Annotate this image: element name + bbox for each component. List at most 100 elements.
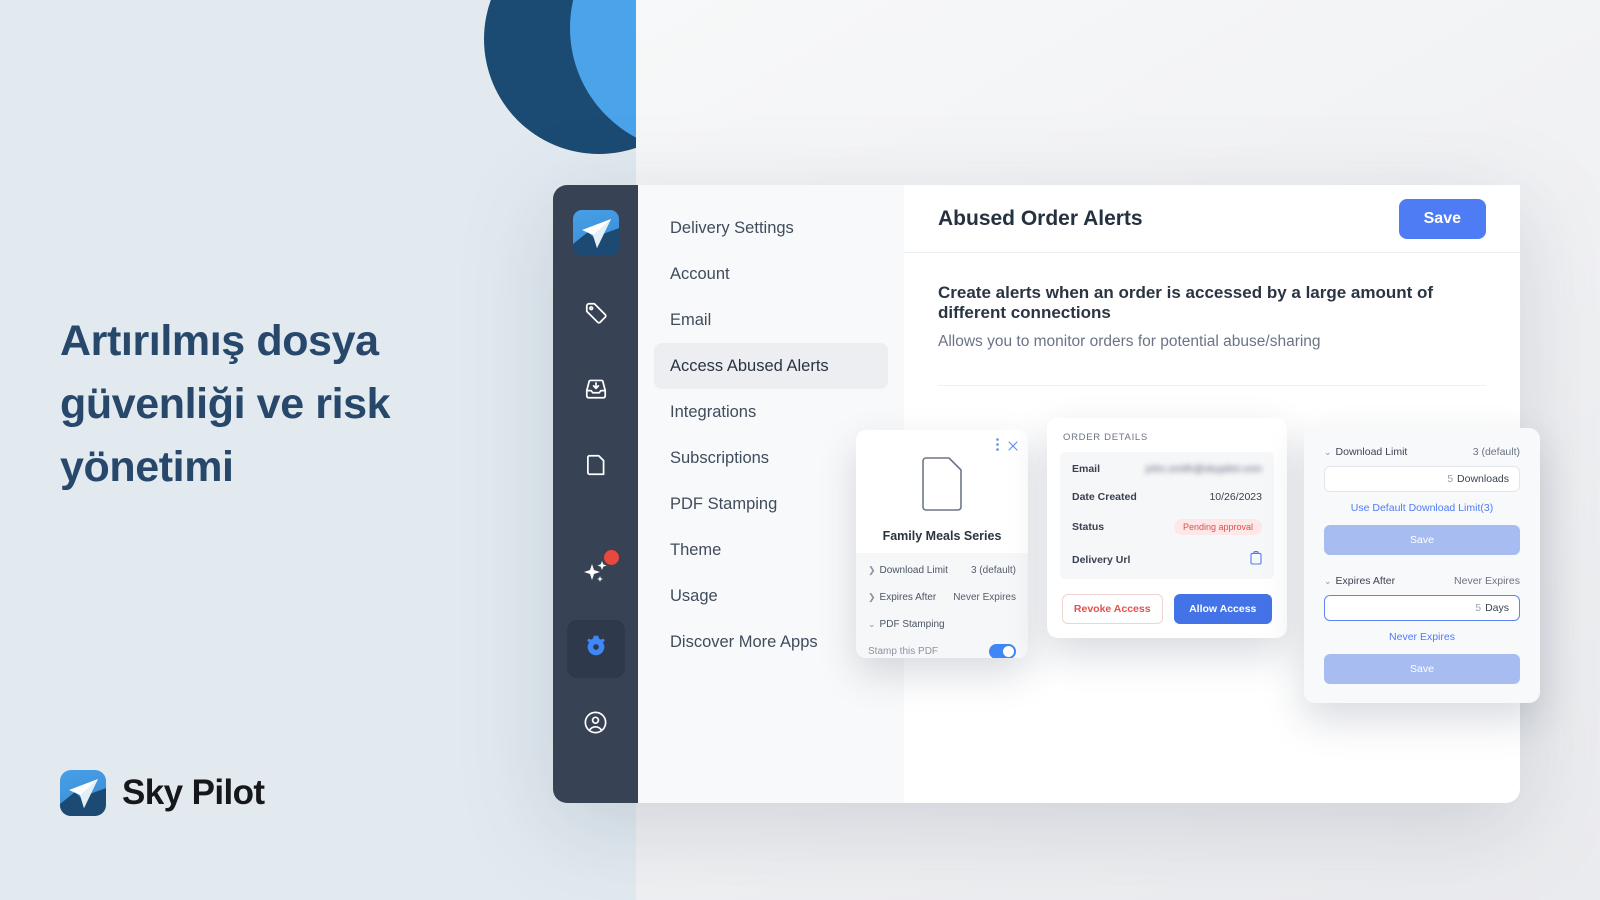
input-unit: Downloads (1457, 473, 1509, 485)
expires-after-input[interactable]: 5 Days (1324, 595, 1520, 621)
page-headline: Artırılmış dosya güvenliği ve risk yönet… (60, 317, 391, 491)
page-title: Abused Order Alerts (938, 206, 1143, 230)
row-label: Email (1072, 463, 1101, 475)
content-header: Abused Order Alerts Save (904, 185, 1520, 253)
chevron-down-icon: ⌄ (868, 619, 876, 629)
stamp-pdf-toggle[interactable] (989, 644, 1016, 658)
chevron-right-icon: ❯ (868, 565, 876, 575)
row-label: Expires After (879, 592, 937, 603)
order-details-title: ORDER DETAILS (1063, 432, 1148, 443)
row-stamp-this-pdf: Stamp this PDF (856, 638, 1028, 658)
nav-item-label: Account (670, 264, 730, 283)
row-value: Never Expires (953, 592, 1016, 603)
product-name: Family Meals Series (882, 529, 1002, 543)
toggle-label: Stamp this PDF (868, 646, 939, 657)
save-download-limit-button[interactable]: Save (1324, 525, 1520, 555)
download-limit-input[interactable]: 5 Downloads (1324, 466, 1520, 492)
document-icon (583, 452, 609, 483)
product-card-icons (996, 438, 1018, 453)
order-row-delivery-url: Delivery Url (1060, 543, 1274, 576)
use-default-download-limit-link[interactable]: Use Default Download Limit(3) (1314, 502, 1530, 514)
row-label-group: ⌄ PDF Stamping (868, 619, 945, 630)
nav-item-access-abused-alerts[interactable]: Access Abused Alerts (654, 343, 888, 389)
product-settings-card: Family Meals Series ❯ Download Limit 3 (… (856, 430, 1028, 658)
inbox-download-icon (583, 376, 609, 407)
rail-item-ai[interactable] (567, 544, 625, 602)
nav-item-label: PDF Stamping (670, 494, 778, 513)
header-label: Download Limit (1335, 446, 1408, 458)
expires-after-header[interactable]: ⌄ Expires After Never Expires (1314, 567, 1530, 595)
nav-item-label: Discover More Apps (670, 632, 818, 651)
save-expires-after-button[interactable]: Save (1324, 654, 1520, 684)
brand-lockup: Sky Pilot (60, 770, 265, 816)
decorative-circles (0, 0, 648, 180)
allow-access-button[interactable]: Allow Access (1173, 594, 1272, 624)
header-value: 3 (default) (1472, 446, 1520, 458)
rail-item-settings[interactable] (566, 620, 625, 678)
chevron-down-icon: ⌄ (1324, 446, 1332, 457)
rail-item-products[interactable] (567, 286, 625, 344)
rail-item-downloads[interactable] (567, 362, 625, 420)
order-row-date-created: Date Created 10/26/2023 (1060, 483, 1274, 511)
order-details-table: Email john.smith@skypilot.com Date Creat… (1060, 452, 1274, 579)
notification-badge-dot (603, 550, 619, 565)
download-limit-header[interactable]: ⌄ Download Limit 3 (default) (1314, 438, 1530, 466)
row-label-group: ❯ Expires After (868, 592, 936, 603)
document-icon (856, 456, 1028, 517)
row-label-group: ❯ Download Limit (868, 565, 948, 576)
row-label: Delivery Url (1072, 553, 1131, 566)
row-pdf-stamping[interactable]: ⌄ PDF Stamping (856, 611, 1028, 638)
order-details-card: ORDER DETAILS Email john.smith@skypilot.… (1047, 418, 1287, 638)
rail-logo-icon[interactable] (572, 210, 619, 256)
order-card-actions: Revoke Access Allow Access (1060, 594, 1274, 624)
limits-settings-card: ⌄ Download Limit 3 (default) 5 Downloads… (1304, 428, 1540, 703)
nav-item-label: Theme (670, 540, 722, 559)
order-row-email: Email john.smith@skypilot.com (1060, 455, 1274, 483)
gear-icon (583, 634, 609, 665)
nav-item-subscriptions[interactable]: Subscriptions (654, 435, 888, 481)
nav-item-account[interactable]: Account (654, 251, 888, 297)
nav-item-label: Delivery Settings (670, 218, 794, 237)
sky-pilot-logo-icon (60, 770, 106, 816)
header-label: Expires After (1335, 575, 1396, 587)
nav-item-pdf-stamping[interactable]: PDF Stamping (654, 481, 888, 527)
vertical-dots-icon[interactable] (996, 438, 999, 453)
input-unit: Days (1485, 602, 1509, 614)
header-label-group: ⌄ Download Limit (1324, 446, 1407, 458)
row-expires-after[interactable]: ❯ Expires After Never Expires (856, 584, 1028, 611)
row-label: Date Created (1072, 491, 1137, 503)
icon-rail (553, 185, 638, 803)
product-card-rows: ❯ Download Limit 3 (default) ❯ Expires A… (856, 553, 1028, 658)
nav-item-discover-more-apps[interactable]: Discover More Apps (654, 619, 888, 665)
nav-item-usage[interactable]: Usage (654, 573, 888, 619)
content-divider (938, 385, 1486, 386)
row-download-limit[interactable]: ❯ Download Limit 3 (default) (856, 557, 1028, 584)
account-circle-icon (582, 709, 609, 741)
header-label-group: ⌄ Expires After (1324, 575, 1395, 587)
chevron-right-icon: ❯ (868, 592, 876, 602)
row-label: PDF Stamping (879, 619, 945, 630)
row-label: Download Limit (879, 565, 948, 576)
save-button[interactable]: Save (1398, 198, 1486, 239)
header-value: Never Expires (1454, 575, 1520, 587)
nav-item-email[interactable]: Email (654, 297, 888, 343)
status-badge: Pending approval (1173, 519, 1262, 535)
nav-item-label: Usage (670, 586, 718, 605)
rail-item-account[interactable] (567, 696, 625, 754)
nav-item-theme[interactable]: Theme (654, 527, 888, 573)
revoke-access-button[interactable]: Revoke Access (1062, 594, 1163, 624)
nav-item-delivery-settings[interactable]: Delivery Settings (654, 205, 888, 251)
nav-item-integrations[interactable]: Integrations (654, 389, 888, 435)
close-icon[interactable] (1008, 439, 1018, 453)
toggle-knob (1003, 646, 1014, 657)
nav-item-label: Access Abused Alerts (670, 356, 829, 375)
chevron-down-icon: ⌄ (1324, 575, 1332, 586)
never-expires-link[interactable]: Never Expires (1314, 631, 1530, 643)
content-body: Create alerts when an order is accessed … (904, 253, 1520, 416)
rail-item-files[interactable] (567, 438, 625, 496)
nav-item-label: Integrations (670, 402, 757, 421)
copy-clipboard-icon[interactable] (1250, 551, 1262, 568)
row-label: Status (1072, 521, 1105, 533)
row-value: 3 (default) (970, 565, 1016, 576)
date-created-value: 10/26/2023 (1209, 491, 1262, 503)
